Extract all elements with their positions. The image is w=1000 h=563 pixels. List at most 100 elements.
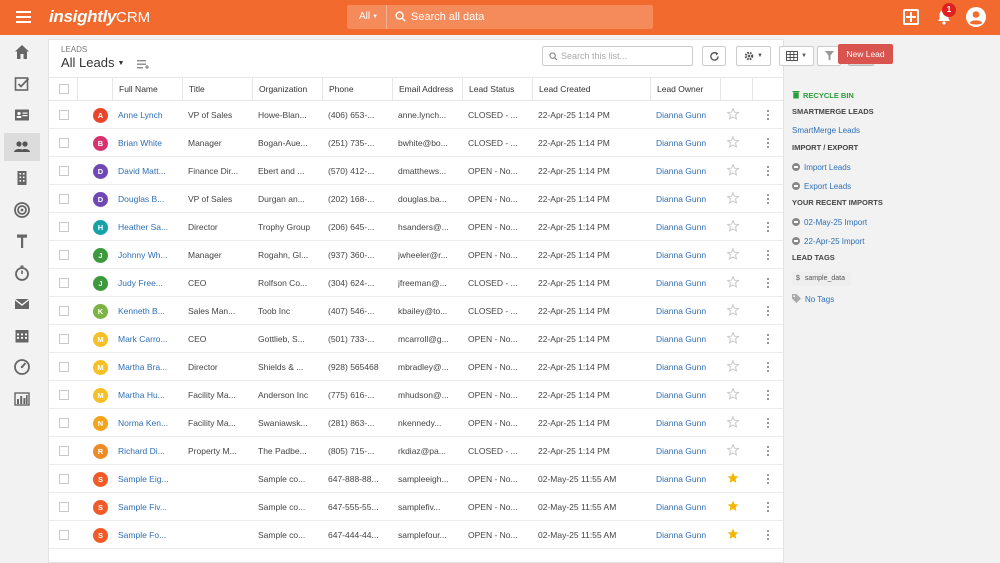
nav-leads[interactable] (4, 133, 40, 161)
lead-owner-link[interactable]: Dianna Gunn (656, 465, 718, 493)
table-row[interactable]: D David Matt... Finance Dir... Ebert and ..… (49, 157, 783, 185)
table-row[interactable]: B Brian White Manager Bogan-Aue... (251) 735… (49, 129, 783, 157)
table-row[interactable]: S Sample Eig... Sample co... 647-888-88... s… (49, 465, 783, 493)
row-checkbox[interactable] (59, 474, 69, 484)
column-header-phone[interactable]: Phone (322, 78, 392, 101)
star-filled-icon[interactable] (727, 500, 739, 512)
star-outline-icon[interactable] (727, 108, 739, 120)
lead-name-link[interactable]: Sample Fo... (118, 521, 180, 549)
star-outline-icon[interactable] (727, 220, 739, 232)
table-row[interactable]: K Kenneth B... Sales Man... Toob Inc (407) 5… (49, 297, 783, 325)
row-actions-kebab-icon[interactable] (767, 362, 770, 372)
nav-reports[interactable] (4, 385, 40, 413)
star-outline-icon[interactable] (727, 388, 739, 400)
settings-dropdown-button[interactable]: ▼ (736, 46, 771, 66)
lead-name-link[interactable]: Sample Eig... (118, 465, 180, 493)
no-tags-link[interactable]: No Tags (792, 294, 834, 304)
lead-name-link[interactable]: Sample Fiv... (118, 493, 180, 521)
lead-owner-link[interactable]: Dianna Gunn (656, 213, 718, 241)
lead-name-link[interactable]: Anne Lynch (118, 101, 180, 129)
star-outline-icon[interactable] (727, 444, 739, 456)
table-row[interactable]: J Judy Free... CEO Rolfson Co... (304) 624-.… (49, 269, 783, 297)
row-checkbox[interactable] (59, 138, 69, 148)
lead-name-link[interactable]: Douglas B... (118, 185, 180, 213)
nav-email[interactable] (4, 290, 40, 318)
select-all-checkbox[interactable] (59, 84, 69, 94)
row-checkbox[interactable] (59, 418, 69, 428)
export-leads-link[interactable]: Export Leads (792, 182, 851, 191)
tag-sample-data[interactable]: $ sample_data (792, 272, 851, 286)
star-outline-icon[interactable] (727, 304, 739, 316)
hamburger-menu-icon[interactable] (16, 11, 31, 23)
table-row[interactable]: D Douglas B... VP of Sales Durgan an... (202… (49, 185, 783, 213)
import-leads-link[interactable]: Import Leads (792, 163, 851, 172)
refresh-button[interactable] (702, 46, 726, 66)
nav-organizations[interactable] (4, 164, 40, 192)
table-row[interactable]: R Richard Di... Property M... The Padbe... (… (49, 437, 783, 465)
row-checkbox[interactable] (59, 530, 69, 540)
row-actions-kebab-icon[interactable] (767, 474, 770, 484)
lead-name-link[interactable]: Martha Hu... (118, 381, 180, 409)
add-new-icon[interactable] (903, 9, 919, 25)
lead-owner-link[interactable]: Dianna Gunn (656, 241, 718, 269)
lead-owner-link[interactable]: Dianna Gunn (656, 269, 718, 297)
row-checkbox[interactable] (59, 278, 69, 288)
list-search-input[interactable] (561, 48, 689, 64)
lead-owner-link[interactable]: Dianna Gunn (656, 129, 718, 157)
nav-home[interactable] (4, 38, 40, 66)
nav-timer[interactable] (4, 259, 40, 287)
row-actions-kebab-icon[interactable] (767, 222, 770, 232)
list-options-icon[interactable] (137, 60, 149, 70)
column-header-lead-created[interactable]: Lead Created (532, 78, 650, 101)
recent-import-link-1[interactable]: 02-May-25 Import (792, 218, 867, 227)
nav-calendar[interactable] (4, 322, 40, 350)
star-filled-icon[interactable] (727, 528, 739, 540)
row-checkbox[interactable] (59, 250, 69, 260)
table-row[interactable]: H Heather Sa... Director Trophy Group (206) … (49, 213, 783, 241)
smartmerge-leads-link[interactable]: SmartMerge Leads (792, 126, 860, 135)
star-outline-icon[interactable] (727, 276, 739, 288)
lead-owner-link[interactable]: Dianna Gunn (656, 493, 718, 521)
lead-owner-link[interactable]: Dianna Gunn (656, 437, 718, 465)
nav-dashboard[interactable] (4, 353, 40, 381)
row-actions-kebab-icon[interactable] (767, 278, 770, 288)
columns-dropdown-button[interactable]: ▼ (779, 46, 814, 66)
lead-name-link[interactable]: Mark Carro... (118, 325, 180, 353)
column-header-title[interactable]: Title (182, 78, 252, 101)
search-scope-dropdown[interactable]: All ▼ (347, 5, 387, 29)
row-actions-kebab-icon[interactable] (767, 418, 770, 428)
row-actions-kebab-icon[interactable] (767, 334, 770, 344)
row-checkbox[interactable] (59, 222, 69, 232)
table-row[interactable]: M Martha Bra... Director Shields & ... (928)… (49, 353, 783, 381)
row-checkbox[interactable] (59, 166, 69, 176)
row-actions-kebab-icon[interactable] (767, 250, 770, 260)
row-actions-kebab-icon[interactable] (767, 306, 770, 316)
row-checkbox[interactable] (59, 362, 69, 372)
table-row[interactable]: N Norma Ken... Facility Ma... Swaniawsk... (… (49, 409, 783, 437)
row-actions-kebab-icon[interactable] (767, 502, 770, 512)
user-avatar-icon[interactable] (966, 7, 986, 27)
row-checkbox[interactable] (59, 446, 69, 456)
table-row[interactable]: M Mark Carro... CEO Gottlieb, S... (501) 733… (49, 325, 783, 353)
lead-name-link[interactable]: Brian White (118, 129, 180, 157)
recent-import-link-2[interactable]: 22-Apr-25 Import (792, 237, 864, 246)
nav-contacts[interactable] (4, 101, 40, 129)
row-checkbox[interactable] (59, 390, 69, 400)
star-outline-icon[interactable] (727, 192, 739, 204)
recycle-bin-link[interactable]: RECYCLE BIN (792, 90, 854, 100)
lead-name-link[interactable]: Martha Bra... (118, 353, 180, 381)
lead-name-link[interactable]: David Matt... (118, 157, 180, 185)
row-checkbox[interactable] (59, 194, 69, 204)
row-checkbox[interactable] (59, 306, 69, 316)
lead-owner-link[interactable]: Dianna Gunn (656, 381, 718, 409)
lead-owner-link[interactable]: Dianna Gunn (656, 409, 718, 437)
star-outline-icon[interactable] (727, 332, 739, 344)
lead-owner-link[interactable]: Dianna Gunn (656, 325, 718, 353)
row-actions-kebab-icon[interactable] (767, 530, 770, 540)
lead-owner-link[interactable]: Dianna Gunn (656, 297, 718, 325)
row-checkbox[interactable] (59, 334, 69, 344)
lead-owner-link[interactable]: Dianna Gunn (656, 185, 718, 213)
star-outline-icon[interactable] (727, 164, 739, 176)
table-row[interactable]: M Martha Hu... Facility Ma... Anderson Inc (… (49, 381, 783, 409)
nav-projects[interactable] (4, 227, 40, 255)
